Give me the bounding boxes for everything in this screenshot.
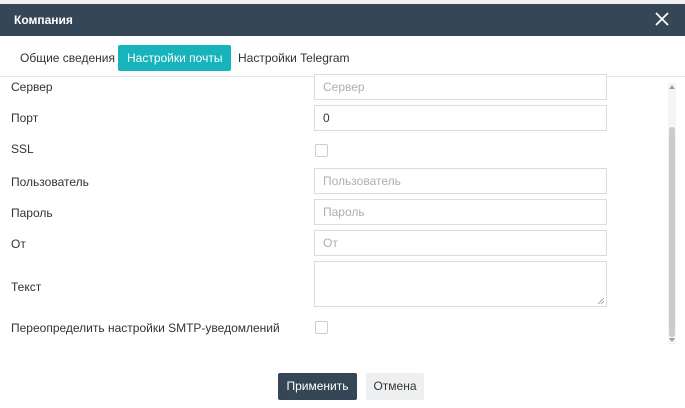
text-label: Текст [11, 280, 42, 294]
company-dialog: Компания Общие сведения Настройки почты … [0, 0, 685, 408]
port-input[interactable]: 0 [314, 105, 607, 131]
tab-bar: Общие сведения Настройки почты Настройки… [0, 36, 685, 77]
password-input[interactable]: Пароль [314, 199, 607, 225]
from-label: От [11, 237, 26, 251]
port-label: Порт [11, 111, 39, 125]
override-smtp-checkbox[interactable] [315, 321, 328, 334]
resize-grip-icon[interactable] [598, 298, 604, 304]
scrollbar-thumb[interactable] [669, 127, 675, 337]
from-input[interactable]: От [314, 230, 607, 256]
override-smtp-label: Переопределить настройки SMTP-уведомлени… [11, 321, 280, 335]
text-textarea[interactable] [314, 261, 607, 307]
dialog-title: Компания [14, 13, 73, 27]
server-label: Сервер [11, 80, 53, 94]
server-input[interactable]: Сервер [314, 74, 607, 100]
scroll-up-icon[interactable] [669, 83, 675, 91]
form-scrollbar[interactable] [668, 83, 676, 344]
tab-general[interactable]: Общие сведения [11, 45, 124, 71]
ssl-label: SSL [11, 142, 34, 156]
tab-mail-settings[interactable]: Настройки почты [118, 45, 232, 71]
ssl-checkbox[interactable] [315, 144, 328, 157]
tab-telegram-settings[interactable]: Настройки Telegram [229, 45, 359, 71]
apply-button[interactable]: Применить [278, 373, 357, 400]
user-input[interactable]: Пользователь [314, 168, 607, 194]
close-icon[interactable] [651, 8, 673, 30]
cancel-button[interactable]: Отмена [366, 373, 424, 400]
dialog-titlebar: Компания [0, 4, 685, 36]
user-label: Пользователь [11, 175, 89, 189]
scroll-down-icon[interactable] [669, 336, 675, 344]
password-label: Пароль [11, 206, 53, 220]
